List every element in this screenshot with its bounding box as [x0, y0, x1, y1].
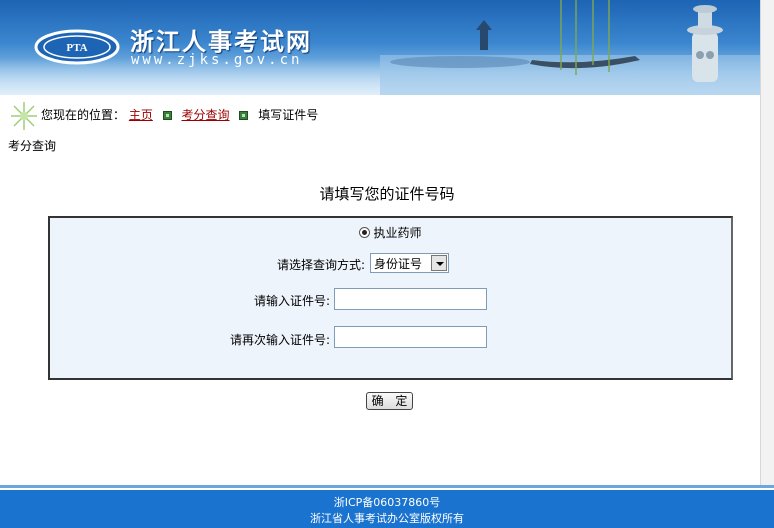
- flower-icon: [11, 102, 37, 130]
- query-method-value: 身份证号: [374, 257, 423, 271]
- vertical-scrollbar[interactable]: [760, 0, 774, 485]
- breadcrumb-prefix: 您现在的位置：: [41, 108, 126, 122]
- query-method-label: 请选择查询方式:: [276, 258, 365, 272]
- exam-option-label[interactable]: 执业药师: [373, 226, 421, 240]
- id-number-label: 请输入证件号:: [253, 294, 330, 308]
- breadcrumb-separator-icon: [239, 111, 249, 120]
- id-query-form: 执业药师 请选择查询方式: 身份证号 请输入证件号: 请再次输入证件号:: [48, 216, 733, 380]
- west-lake-scenery-image: [380, 0, 760, 95]
- header-banner: PTA 浙江人事考试网 www.zjks.gov.cn: [0, 0, 760, 95]
- footer-copyright: 浙江省人事考试办公室版权所有: [310, 512, 464, 525]
- svg-text:PTA: PTA: [66, 42, 87, 54]
- id-number-confirm-label: 请再次输入证件号:: [229, 333, 330, 347]
- dropdown-arrow-icon[interactable]: [431, 255, 447, 271]
- site-url: www.zjks.gov.cn: [131, 52, 303, 68]
- id-number-input[interactable]: [334, 288, 487, 310]
- breadcrumb-trail: 您现在的位置： 主页 考分查询 填写证件号: [41, 106, 318, 123]
- footer: 浙ICP备06037860号 浙江省人事考试办公室版权所有: [0, 490, 774, 528]
- footer-icp: 浙ICP备06037860号: [333, 496, 441, 509]
- exam-option-row: 执业药师: [50, 224, 731, 241]
- exam-option-radio[interactable]: [359, 227, 371, 238]
- breadcrumb-score-query-link[interactable]: 考分查询: [182, 108, 230, 122]
- section-label: 考分查询: [8, 139, 57, 153]
- breadcrumb-home-link[interactable]: 主页: [129, 108, 153, 122]
- breadcrumb-current: 填写证件号: [258, 108, 319, 122]
- pta-logo: PTA: [34, 29, 120, 65]
- footer-divider: [0, 485, 774, 488]
- query-method-select[interactable]: 身份证号: [370, 253, 449, 273]
- breadcrumb: 您现在的位置： 主页 考分查询 填写证件号: [8, 98, 368, 134]
- breadcrumb-separator-icon: [162, 111, 172, 120]
- form-title: 请填写您的证件号码: [319, 185, 455, 203]
- submit-button[interactable]: 确 定: [366, 392, 413, 410]
- id-number-confirm-input[interactable]: [334, 326, 487, 348]
